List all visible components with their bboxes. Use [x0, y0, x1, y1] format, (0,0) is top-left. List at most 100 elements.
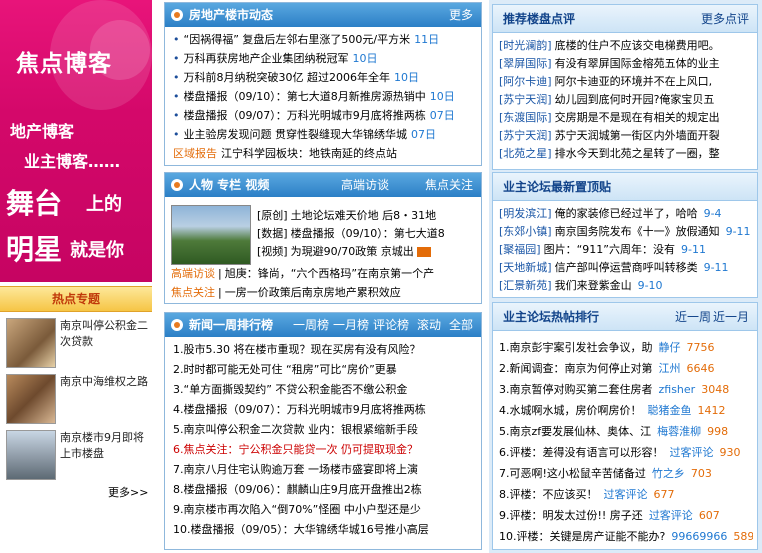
- ranking-item[interactable]: 6.焦点关注：宁公积金只能贷一次 仍可提取现金？: [173, 441, 418, 459]
- review-tag[interactable]: [阿尔卡迪]: [499, 75, 552, 88]
- hot-post-title[interactable]: 5.南京zf要发展仙林、奥体、江: [499, 425, 651, 438]
- tab-rolling[interactable]: 滚动: [417, 313, 441, 337]
- focus-link[interactable]: 焦点关注: [425, 173, 473, 197]
- hot-post-title[interactable]: 4.水城啊水城，房价啊房价！: [499, 404, 642, 417]
- hot-post-title[interactable]: 10.评楼：关键是房产证能不能办?: [499, 530, 665, 543]
- focus-tag[interactable]: 焦点关注: [171, 286, 215, 299]
- hot-post-author[interactable]: 过客评论: [604, 488, 648, 501]
- hot-post-item[interactable]: 8.评楼：不应该买！ 过客评论 677: [499, 486, 753, 504]
- tab-month[interactable]: 一月榜: [333, 313, 369, 337]
- hot-post-item[interactable]: 6.评楼：差得没有语言可以形容！ 过客评论 930: [499, 444, 753, 462]
- more-topics-link[interactable]: 更多>>: [108, 484, 148, 500]
- tab-last-week[interactable]: 近一周: [675, 303, 711, 331]
- ranking-item[interactable]: 9.南京楼市再次陷入“倒70%”怪圈 中小户型还是少: [173, 501, 421, 519]
- blog-banner[interactable]: 焦点博客 地产博客 业主博客…… 舞台 上的 明星 就是你: [0, 0, 152, 282]
- hot-topic-link[interactable]: 南京楼市9月即将上市楼盘: [60, 430, 150, 462]
- forum-tag[interactable]: [天地新城]: [499, 261, 552, 274]
- ranking-item[interactable]: 1.股市5.30 将在楼市重现？现在买房有没有风险？: [173, 341, 420, 359]
- review-text[interactable]: 排水今天到北苑之星转了一圈，整: [555, 147, 720, 160]
- interview-tag[interactable]: 高端访谈: [171, 267, 215, 280]
- people-item[interactable]: [原创] 土地论坛难天价地 后8・31地: [257, 207, 436, 225]
- interview-link[interactable]: 高端访谈: [341, 173, 389, 197]
- topic-photo[interactable]: [6, 430, 56, 480]
- news-item[interactable]: • 万科前8月纳税突破30亿 超过2006年全年 10日: [173, 69, 419, 87]
- hot-post-item[interactable]: 1.南京彭宇案引发社会争议，助 静仔 7756: [499, 339, 753, 357]
- ranking-item[interactable]: 3.“单方面撕毁契约” 不贷公积金能否不缴公积金: [173, 381, 407, 399]
- news-link[interactable]: 楼盘播报（09/07）：万科光明城市9月底将推两栋: [184, 109, 426, 122]
- hot-post-author[interactable]: 静仔: [659, 341, 681, 354]
- review-item[interactable]: [时光澜韵] 底楼的住户不应该交电梯费用吧。: [499, 37, 753, 55]
- forum-item[interactable]: [明发滨江] 俺的家装修已经过半了，哈哈 9-4: [499, 205, 753, 223]
- forum-tag[interactable]: [明发滨江]: [499, 207, 552, 220]
- hot-post-title[interactable]: 3.南京暂停对购买第二套住房者: [499, 383, 653, 396]
- forum-tag[interactable]: [聚福园]: [499, 243, 541, 256]
- item-link[interactable]: 为現避90/70政策 京城出: [291, 245, 414, 258]
- review-text[interactable]: 苏宁天润城第一街区内外墙面开裂: [555, 129, 720, 142]
- hot-post-item[interactable]: 10.评楼：关键是房产证能不能办? 99669966 589: [499, 528, 753, 546]
- hot-post-title[interactable]: 7.可恶啊!这小松鼠辛苦储备过: [499, 467, 646, 480]
- interview-text[interactable]: 旭庚：锋尚，“六个西格玛”在南京第一个产: [225, 267, 434, 280]
- hot-post-title[interactable]: 2.新闻调查：南京为何停止对第: [499, 362, 653, 375]
- hot-topic-link[interactable]: 南京中海维权之路: [60, 374, 150, 390]
- hot-topic-item[interactable]: 南京叫停公积金二次贷款: [6, 318, 152, 370]
- tab-all[interactable]: 全部: [449, 313, 473, 337]
- hot-post-item[interactable]: 7.可恶啊!这小松鼠辛苦储备过 竹之乡 703: [499, 465, 753, 483]
- forum-text[interactable]: 我们来登紫金山: [555, 279, 632, 292]
- hot-topic-item[interactable]: 南京楼市9月即将上市楼盘: [6, 430, 152, 482]
- video-thumbnail[interactable]: [171, 205, 251, 265]
- review-item[interactable]: [苏宁天润] 苏宁天润城第一街区内外墙面开裂: [499, 127, 753, 145]
- hot-post-author[interactable]: 聪猪金鱼: [648, 404, 692, 417]
- news-link[interactable]: 业主验房发现问题 贯穿性裂缝现大华锦绣华城: [184, 128, 408, 141]
- hot-post-title[interactable]: 9.评楼：明发太过份!! 房子还: [499, 509, 643, 522]
- news-link[interactable]: 楼盘播报（09/10）：第七大道8月新推房源热销中: [184, 90, 426, 103]
- people-item[interactable]: [数据] 楼盘播报（09/10）：第七大道8: [257, 225, 445, 243]
- hot-post-item[interactable]: 5.南京zf要发展仙林、奥体、江 梅蓉淮柳 998: [499, 423, 753, 441]
- hot-post-item[interactable]: 4.水城啊水城，房价啊房价！ 聪猪金鱼 1412: [499, 402, 753, 420]
- focus-item[interactable]: 焦点关注 | 一房一价政策后南京房地产累积效应: [171, 284, 401, 302]
- review-tag[interactable]: [翠屏国际]: [499, 57, 552, 70]
- review-tag[interactable]: [东渡国际]: [499, 111, 552, 124]
- news-item[interactable]: • 业主验房发现问题 贯穿性裂缝现大华锦绣华城 07日: [173, 126, 436, 144]
- tab-comments[interactable]: 评论榜: [373, 313, 409, 337]
- focus-text[interactable]: 一房一价政策后南京房地产累积效应: [225, 286, 401, 299]
- more-reviews-link[interactable]: 更多点评: [701, 5, 749, 33]
- hot-post-title[interactable]: 6.评楼：差得没有语言可以形容！: [499, 446, 664, 459]
- review-text[interactable]: 底楼的住户不应该交电梯费用吧。: [555, 39, 720, 52]
- hot-post-author[interactable]: 江州: [659, 362, 681, 375]
- review-tag[interactable]: [时光澜韵]: [499, 39, 552, 52]
- news-item[interactable]: • 楼盘播报（09/07）：万科光明城市9月底将推两栋 07日: [173, 107, 455, 125]
- hot-post-title[interactable]: 1.南京彭宇案引发社会争议，助: [499, 341, 653, 354]
- news-link[interactable]: 万科再获房地产企业集团纳税冠军: [184, 52, 349, 65]
- review-text[interactable]: 有没有翠屏国际金榕苑五体的业主: [555, 57, 720, 70]
- news-link[interactable]: 万科前8月纳税突破30亿 超过2006年全年: [184, 71, 391, 84]
- forum-tag[interactable]: [东郊小镇]: [499, 225, 552, 238]
- hot-post-author[interactable]: 梅蓉淮柳: [657, 425, 701, 438]
- news-item[interactable]: • 楼盘播报（09/10）：第七大道8月新推房源热销中 10日: [173, 88, 455, 106]
- item-link[interactable]: 土地论坛难: [291, 209, 346, 222]
- hot-post-author[interactable]: 过客评论: [670, 446, 714, 459]
- region-report[interactable]: 区域报告 江宁科学园板块：地铁南延的终点站: [173, 145, 397, 163]
- hot-post-author[interactable]: 过客评论: [649, 509, 693, 522]
- review-item[interactable]: [翠屏国际] 有没有翠屏国际金榕苑五体的业主: [499, 55, 753, 73]
- hot-topic-link[interactable]: 南京叫停公积金二次贷款: [60, 318, 150, 350]
- forum-text[interactable]: 图片：“911”六周年：没有: [544, 243, 675, 256]
- hot-post-author[interactable]: 竹之乡: [652, 467, 685, 480]
- ranking-item[interactable]: 7.南京八月住宅认购逾万套 一场楼市盛宴即将上演: [173, 461, 418, 479]
- hot-topic-item[interactable]: 南京中海维权之路: [6, 374, 152, 426]
- hot-post-item[interactable]: 3.南京暂停对购买第二套住房者 zfisher 3048: [499, 381, 753, 399]
- people-item[interactable]: [视频] 为現避90/70政策 京城出: [257, 243, 431, 261]
- ranking-item[interactable]: 5.南京叫停公积金二次贷款 业内：银根紧缩新手段: [173, 421, 418, 439]
- ranking-item[interactable]: 4.楼盘播报（09/07）：万科光明城市9月底将推两栋: [173, 401, 426, 419]
- hot-post-title[interactable]: 8.评楼：不应该买！: [499, 488, 598, 501]
- review-item[interactable]: [阿尔卡迪] 阿尔卡迪亚的环境并不在上风口,: [499, 73, 753, 91]
- news-link[interactable]: 江宁科学园板块：地铁南延的终点站: [221, 147, 397, 160]
- topic-photo[interactable]: [6, 318, 56, 368]
- forum-item[interactable]: [天地新城] 信产部叫停运营商呼叫转移类 9-11: [499, 259, 753, 277]
- news-item[interactable]: • 万科再获房地产企业集团纳税冠军 10日: [173, 50, 378, 68]
- review-tag[interactable]: [北苑之星]: [499, 147, 552, 160]
- forum-item[interactable]: [聚福园] 图片：“911”六周年：没有 9-11: [499, 241, 753, 259]
- hot-post-item[interactable]: 9.评楼：明发太过份!! 房子还 过客评论 607: [499, 507, 753, 525]
- forum-item[interactable]: [东郊小镇] 南京国务院发布《十一》放假通知 9-11: [499, 223, 753, 241]
- tab-last-month[interactable]: 近一月: [713, 303, 749, 331]
- review-tag[interactable]: [苏宁天润]: [499, 129, 552, 142]
